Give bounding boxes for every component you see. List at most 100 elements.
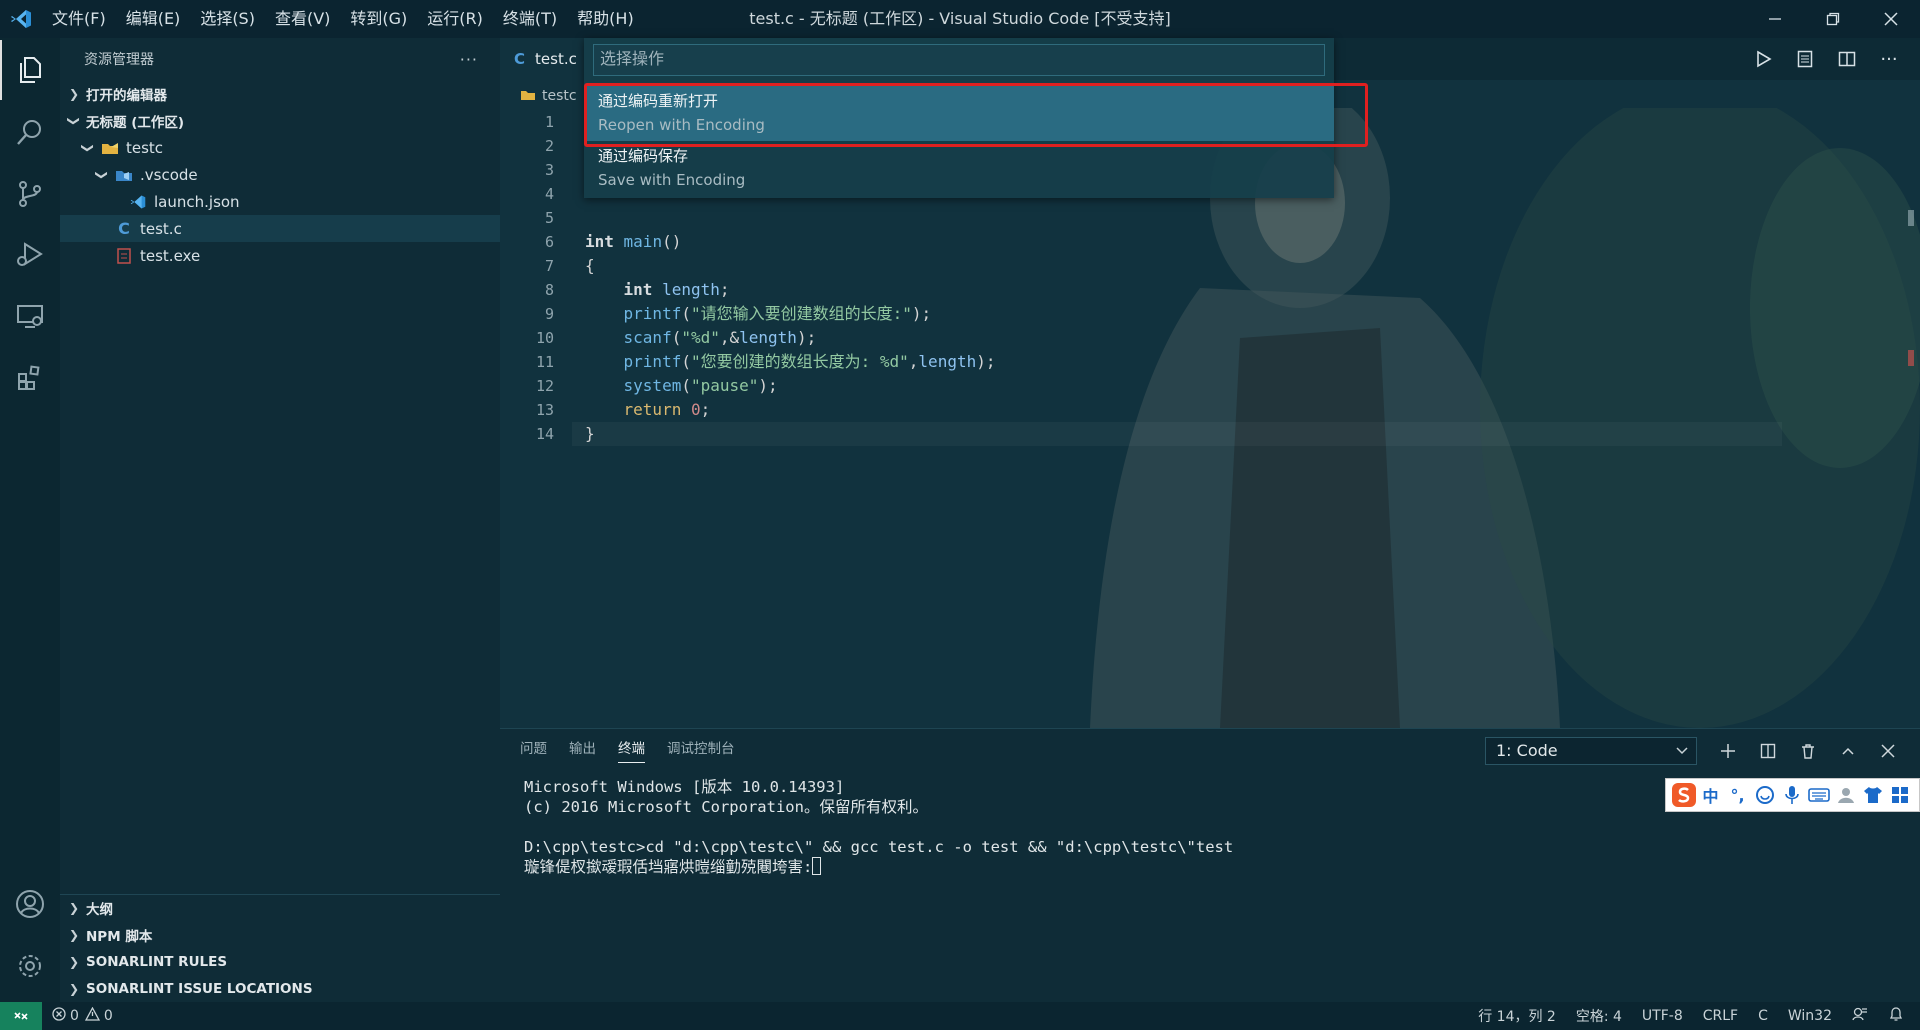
tree-item-launch-json[interactable]: launch.json xyxy=(60,188,500,215)
tab-test-c[interactable]: C test.c xyxy=(500,38,591,80)
code-line: { xyxy=(585,254,995,278)
quick-pick-input[interactable]: 选择操作 xyxy=(593,44,1325,76)
new-terminal-icon[interactable] xyxy=(1708,735,1748,767)
ime-punctuation[interactable]: °, xyxy=(1724,781,1751,809)
notifications-bell-icon[interactable] xyxy=(1888,1006,1904,1026)
chevron-up-icon[interactable] xyxy=(1828,735,1868,767)
activity-bar xyxy=(0,38,60,1002)
npm-scripts-section[interactable]: ❯ NPM 脚本 xyxy=(60,921,500,948)
outline-section[interactable]: ❯ 大纲 xyxy=(60,894,500,921)
workspace-section[interactable]: ❯ 无标题 (工作区) xyxy=(60,107,500,134)
user-icon[interactable] xyxy=(1832,781,1859,809)
panel-tabs: 问题 输出 终端 调试控制台 xyxy=(520,729,757,769)
line-number: 10 xyxy=(535,329,554,347)
terminal-select[interactable]: 1: Code xyxy=(1485,737,1697,765)
tree-item-vscode-folder[interactable]: ❯ .vscode xyxy=(60,161,500,188)
editor-actions: ··· xyxy=(1742,38,1910,80)
emoji-icon[interactable] xyxy=(1751,781,1778,809)
file-encoding[interactable]: UTF-8 xyxy=(1642,1008,1683,1024)
split-editor-icon[interactable] xyxy=(1826,38,1868,80)
close-icon[interactable] xyxy=(1862,0,1920,38)
tree-item-test-c[interactable]: C test.c xyxy=(60,215,500,242)
vscode-logo-icon xyxy=(0,0,42,38)
remote-indicator-icon[interactable] xyxy=(0,1002,42,1030)
code-punct: ( xyxy=(681,304,691,323)
code-line: scanf("%d",&length); xyxy=(585,326,995,350)
line-number: 6 xyxy=(544,233,554,251)
search-icon[interactable] xyxy=(0,102,60,162)
tab-problems[interactable]: 问题 xyxy=(520,729,547,769)
run-debug-icon[interactable] xyxy=(0,224,60,284)
close-panel-icon[interactable] xyxy=(1868,735,1908,767)
sonarlint-issue-locations-section[interactable]: ❯ SONARLINT ISSUE LOCATIONS xyxy=(60,975,500,1002)
quick-pick-item-save-with-encoding[interactable]: 通过编码保存 Save with Encoding xyxy=(584,141,1334,196)
code-punct: ); xyxy=(976,352,996,371)
folder-icon xyxy=(100,139,120,157)
menu-run[interactable]: 运行(R) xyxy=(417,0,493,38)
microphone-icon[interactable] xyxy=(1778,781,1805,809)
restore-icon[interactable] xyxy=(1804,0,1862,38)
split-terminal-icon[interactable] xyxy=(1748,735,1788,767)
open-editors-section[interactable]: ❯ 打开的编辑器 xyxy=(60,80,500,107)
tree-item-label: .vscode xyxy=(140,165,198,184)
terminal-output[interactable]: Microsoft Windows [版本 10.0.14393] (c) 201… xyxy=(524,777,1233,877)
tab-debug-console[interactable]: 调试控制台 xyxy=(667,729,735,769)
explorer-icon[interactable] xyxy=(0,40,60,100)
line-ending[interactable]: CRLF xyxy=(1703,1008,1738,1024)
tab-output[interactable]: 输出 xyxy=(569,729,596,769)
code-punct: } xyxy=(585,424,595,443)
exe-file-icon xyxy=(114,247,134,265)
sogou-logo-icon[interactable] xyxy=(1670,781,1697,809)
tab-terminal[interactable]: 终端 xyxy=(618,735,645,763)
toolbox-icon[interactable] xyxy=(1886,781,1913,809)
terminal-select-value: 1: Code xyxy=(1496,741,1558,760)
menu-view[interactable]: 查看(V) xyxy=(265,0,340,38)
section-label: SONARLINT RULES xyxy=(86,953,228,970)
accounts-icon[interactable] xyxy=(0,874,60,934)
language-mode[interactable]: C xyxy=(1758,1008,1768,1024)
run-code-icon[interactable] xyxy=(1742,38,1784,80)
ime-toolbar: 中 °, xyxy=(1665,778,1920,812)
breadcrumb: testc xyxy=(520,84,577,108)
ime-chinese-mode[interactable]: 中 xyxy=(1697,781,1724,809)
menu-go[interactable]: 转到(G) xyxy=(340,0,417,38)
menu-terminal[interactable]: 终端(T) xyxy=(493,0,567,38)
remote-explorer-icon[interactable] xyxy=(0,286,60,346)
minimize-icon[interactable] xyxy=(1746,0,1804,38)
feedback-icon[interactable] xyxy=(1852,1006,1868,1026)
menu-file[interactable]: 文件(F) xyxy=(42,0,116,38)
problems-indicator[interactable]: 0 0 xyxy=(52,1002,113,1030)
line-number: 4 xyxy=(544,185,554,203)
code-line: int length; xyxy=(585,278,995,302)
cursor-position[interactable]: 行 14，列 2 xyxy=(1478,1006,1556,1026)
menu-edit[interactable]: 编辑(E) xyxy=(116,0,191,38)
editor-scrollbar[interactable] xyxy=(1906,110,1916,726)
status-bar: 0 0 行 14，列 2 空格: 4 UTF-8 CRLF C Win32 xyxy=(0,1002,1920,1030)
menu-selection[interactable]: 选择(S) xyxy=(190,0,265,38)
sonarlint-rules-section[interactable]: ❯ SONARLINT RULES xyxy=(60,948,500,975)
annotation-highlight-box xyxy=(584,83,1368,147)
more-actions-icon[interactable]: ··· xyxy=(1868,38,1910,80)
background-image xyxy=(1090,108,1920,728)
code-punct: { xyxy=(585,256,595,275)
trash-icon[interactable] xyxy=(1788,735,1828,767)
more-actions-icon[interactable]: ··· xyxy=(460,50,478,69)
tree-item-testc-folder[interactable]: ❯ testc xyxy=(60,134,500,161)
keyboard-icon[interactable] xyxy=(1805,781,1832,809)
menu-help[interactable]: 帮助(H) xyxy=(567,0,644,38)
extensions-icon[interactable] xyxy=(0,348,60,408)
line-number: 3 xyxy=(544,161,554,179)
manage-gear-icon[interactable] xyxy=(0,936,60,996)
indentation[interactable]: 空格: 4 xyxy=(1576,1006,1622,1026)
code-punct: ); xyxy=(911,304,932,323)
breadcrumb-folder[interactable]: testc xyxy=(542,88,577,104)
code-line: return 0; xyxy=(585,398,995,422)
line-number: 1 xyxy=(544,113,554,131)
skin-shirt-icon[interactable] xyxy=(1859,781,1886,809)
source-control-icon[interactable] xyxy=(0,164,60,224)
tree-item-test-exe[interactable]: test.exe xyxy=(60,242,500,269)
platform-config[interactable]: Win32 xyxy=(1788,1008,1832,1024)
open-preview-icon[interactable] xyxy=(1784,38,1826,80)
code-punct: ( xyxy=(671,328,682,347)
